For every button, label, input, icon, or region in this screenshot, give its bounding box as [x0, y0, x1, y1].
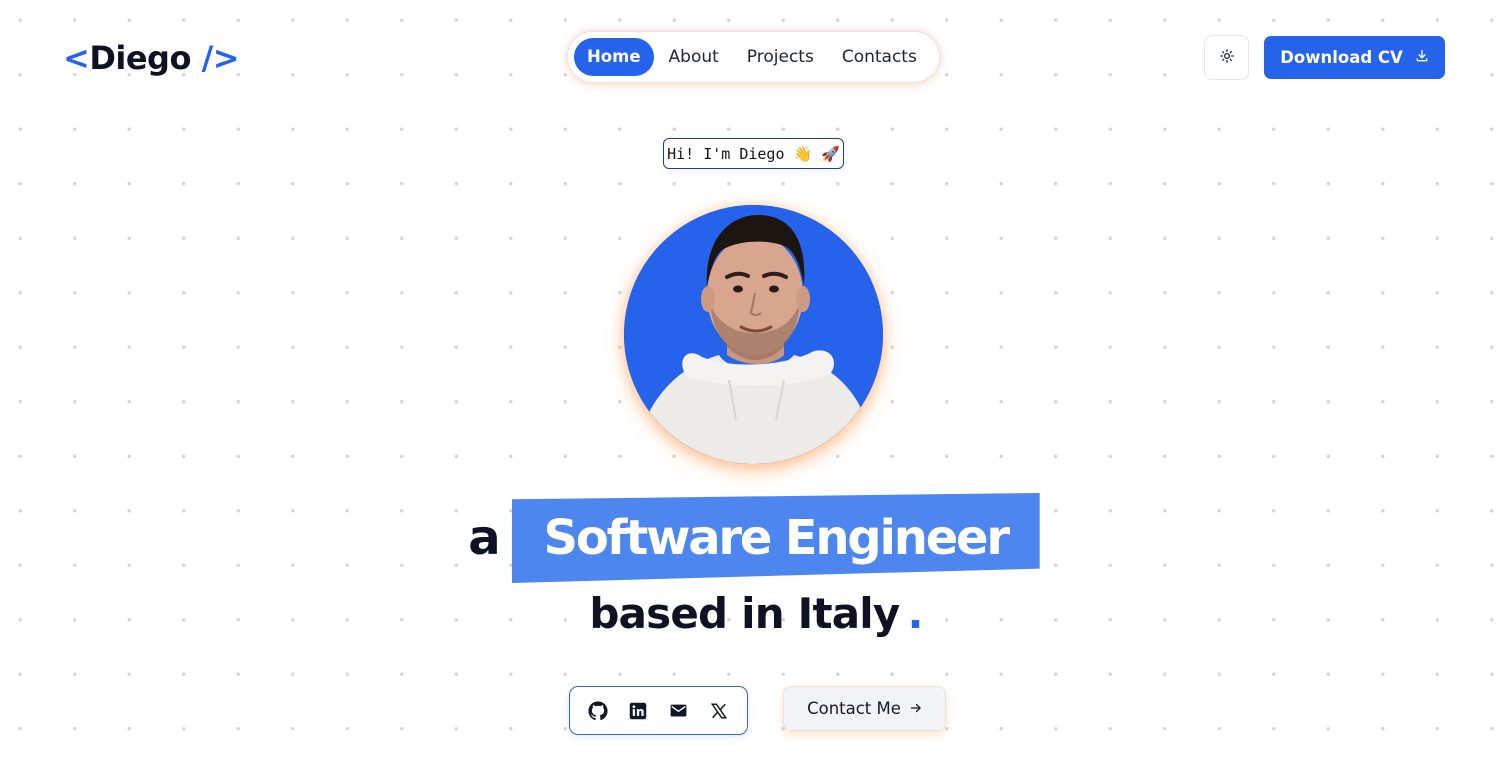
- logo-open-bracket: <: [63, 39, 90, 77]
- location-text: based in Italy: [589, 589, 900, 638]
- nav-projects[interactable]: Projects: [734, 38, 827, 76]
- mail-icon[interactable]: [668, 700, 690, 722]
- accent-dot: .: [907, 589, 923, 638]
- linkedin-icon[interactable]: [627, 700, 649, 722]
- download-cv-button[interactable]: Download CV: [1264, 36, 1445, 79]
- theme-toggle-button[interactable]: [1204, 35, 1249, 80]
- headline-role-line: a Software Engineer: [0, 493, 1512, 583]
- arrow-right-icon: [910, 699, 922, 718]
- headline-prefix: a: [468, 510, 500, 566]
- nav-contacts[interactable]: Contacts: [829, 38, 930, 76]
- social-links: [569, 686, 748, 735]
- avatar: [624, 205, 883, 464]
- download-icon: [1415, 48, 1429, 67]
- contact-me-button[interactable]: Contact Me: [783, 686, 946, 731]
- greeting-badge: Hi! I'm Diego 👋 🚀: [663, 138, 844, 169]
- logo-name: Diego: [89, 39, 191, 77]
- sun-icon: [1219, 48, 1234, 67]
- role-highlight: Software Engineer: [511, 493, 1040, 583]
- headline-location-line: based in Italy.: [0, 586, 1512, 642]
- nav-home[interactable]: Home: [574, 38, 654, 76]
- download-cv-label: Download CV: [1280, 48, 1403, 67]
- role-text: Software Engineer: [543, 510, 1011, 566]
- github-icon[interactable]: [587, 700, 609, 722]
- logo-close-bracket: />: [201, 39, 240, 77]
- main-nav: Home About Projects Contacts: [568, 32, 939, 82]
- nav-about[interactable]: About: [656, 38, 732, 76]
- logo[interactable]: <Diego />: [63, 38, 240, 78]
- contact-me-label: Contact Me: [807, 699, 901, 718]
- x-icon[interactable]: [708, 700, 730, 722]
